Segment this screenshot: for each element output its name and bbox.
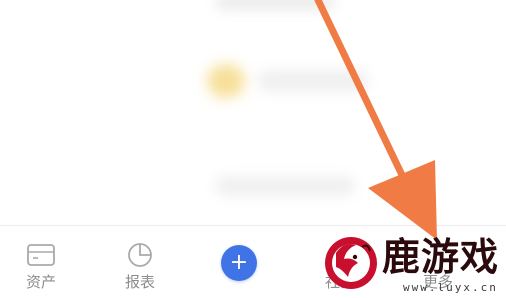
watermark-brand-text: 鹿游戏 bbox=[382, 234, 500, 279]
watermark-url-text: www.luyx.cn bbox=[403, 281, 498, 294]
watermark-deer-logo bbox=[325, 237, 377, 289]
